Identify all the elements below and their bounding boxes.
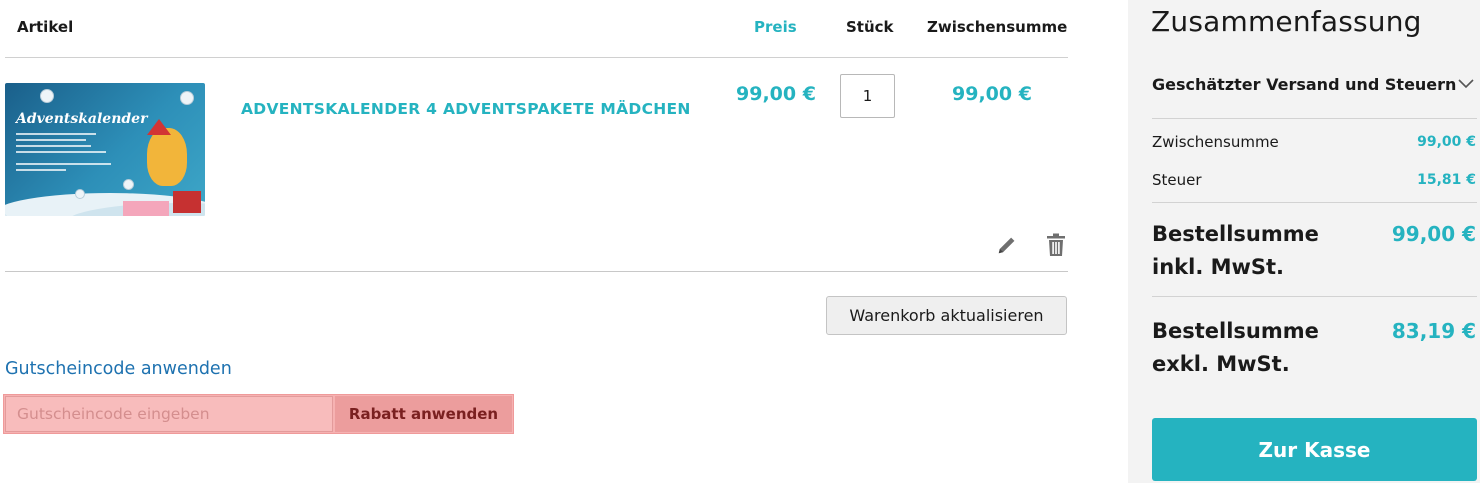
gift-illustration <box>173 191 201 213</box>
column-header-stueck: Stück <box>846 18 894 36</box>
column-header-zwischensumme: Zwischensumme <box>927 18 1068 36</box>
ornament-decoration <box>123 179 134 190</box>
coupon-code-input[interactable] <box>5 396 333 432</box>
order-total-incl-value: 99,00 € <box>1391 222 1476 246</box>
product-image-text-line <box>16 163 111 165</box>
product-image-text-line <box>16 151 106 153</box>
summary-title: Zusammenfassung <box>1151 5 1422 38</box>
product-image-text-line <box>16 139 86 141</box>
column-header-artikel: Artikel <box>17 18 74 36</box>
order-total-excl-label: Bestellsumme exkl. MwSt. <box>1152 319 1319 376</box>
cat-illustration <box>147 128 187 186</box>
product-image-text-line <box>16 169 66 171</box>
summary-subtotal-value: 99,00 € <box>1417 134 1476 150</box>
gift-illustration <box>123 201 169 216</box>
order-total-incl-label: Bestellsumme inkl. MwSt. <box>1152 222 1319 279</box>
summary-tax-value: 15,81 € <box>1417 172 1476 188</box>
order-total-excl-value: 83,19 € <box>1391 319 1476 343</box>
product-subtotal: 99,00 € <box>952 83 1032 105</box>
apply-discount-button[interactable]: Rabatt anwenden <box>335 396 512 432</box>
row-divider <box>5 271 1068 272</box>
column-header-preis: Preis <box>754 18 797 36</box>
summary-divider <box>1152 296 1477 297</box>
delete-item-button[interactable] <box>1044 233 1068 257</box>
apply-coupon-link[interactable]: Gutscheincode anwenden <box>5 359 232 379</box>
product-name-link[interactable]: ADVENTSKALENDER 4 ADVENTSPAKETE MÄDCHEN <box>241 100 691 118</box>
ornament-decoration <box>180 91 194 105</box>
product-price: 99,00 € <box>736 83 816 105</box>
summary-divider <box>1152 202 1477 203</box>
summary-subtotal-label: Zwischensumme <box>1152 133 1279 151</box>
santa-hat-illustration <box>147 119 171 135</box>
edit-item-button[interactable] <box>995 233 1019 257</box>
chevron-down-icon[interactable] <box>1457 75 1475 93</box>
shipping-tax-toggle[interactable]: Geschätzter Versand und Steuern <box>1152 75 1456 94</box>
product-image[interactable]: Adventskalender <box>5 83 205 216</box>
checkout-button[interactable]: Zur Kasse <box>1152 418 1477 481</box>
summary-tax-label: Steuer <box>1152 171 1202 189</box>
summary-divider <box>1152 118 1477 119</box>
ornament-decoration <box>75 189 85 199</box>
product-image-text-line <box>16 133 96 135</box>
ornament-decoration <box>40 89 54 103</box>
header-divider <box>5 57 1068 58</box>
product-image-title: Adventskalender <box>16 111 148 127</box>
trash-icon <box>1047 233 1065 256</box>
pencil-icon <box>998 237 1015 254</box>
quantity-input[interactable] <box>840 74 895 118</box>
update-cart-button[interactable]: Warenkorb aktualisieren <box>826 296 1067 335</box>
product-image-text-line <box>16 145 91 147</box>
